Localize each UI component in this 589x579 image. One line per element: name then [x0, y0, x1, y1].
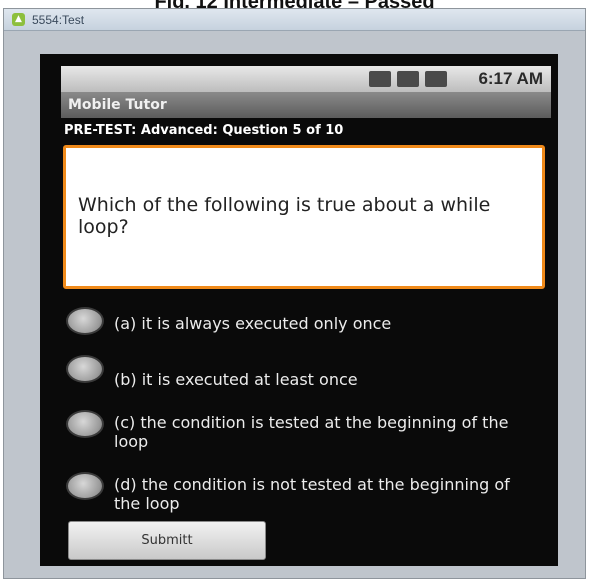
status-icons — [369, 70, 447, 88]
radio-button-a[interactable] — [66, 307, 104, 335]
option-c-label: (c) the condition is tested at the begin… — [114, 413, 509, 451]
radio-button-c[interactable] — [66, 410, 104, 438]
status-bar: 6:17 AM — [61, 66, 551, 92]
submit-button[interactable]: Submitt — [68, 521, 266, 560]
status-time: 6:17 AM — [478, 69, 543, 88]
option-b[interactable]: (b) it is executed at least once — [66, 351, 536, 391]
emulator-titlebar[interactable]: ▲ 5554:Test — [4, 9, 585, 31]
radio-button-d[interactable] — [66, 472, 104, 500]
emulator-window: ▲ 5554:Test 6:17 AM Mobile Tutor PRE-TES… — [3, 8, 586, 579]
option-a-label: (a) it is always executed only once — [114, 314, 392, 333]
option-a[interactable]: (a) it is always executed only once — [66, 303, 536, 343]
option-c[interactable]: (c) the condition is tested at the begin… — [66, 406, 536, 456]
question-box: Which of the following is true about a w… — [63, 145, 545, 289]
app-title-bar: Mobile Tutor — [61, 92, 551, 118]
question-header: PRE-TEST: Advanced: Question 5 of 10 — [64, 123, 344, 138]
network-icon — [369, 71, 391, 87]
option-d-label: (d) the condition is not tested at the b… — [114, 475, 510, 513]
device-screen: 6:17 AM Mobile Tutor PRE-TEST: Advanced:… — [40, 54, 558, 566]
emulator-title: 5554:Test — [32, 13, 85, 27]
option-b-label: (b) it is executed at least once — [114, 370, 358, 389]
option-d[interactable]: (d) the condition is not tested at the b… — [66, 468, 536, 518]
radio-button-b[interactable] — [66, 355, 104, 383]
signal-icon — [397, 71, 419, 87]
battery-icon — [425, 71, 447, 87]
question-text: Which of the following is true about a w… — [78, 194, 491, 238]
app-title: Mobile Tutor — [68, 97, 167, 113]
page: Fig. 12 Intermediate – Passed ▲ 5554:Tes… — [0, 0, 589, 579]
android-icon: ▲ — [12, 13, 25, 26]
